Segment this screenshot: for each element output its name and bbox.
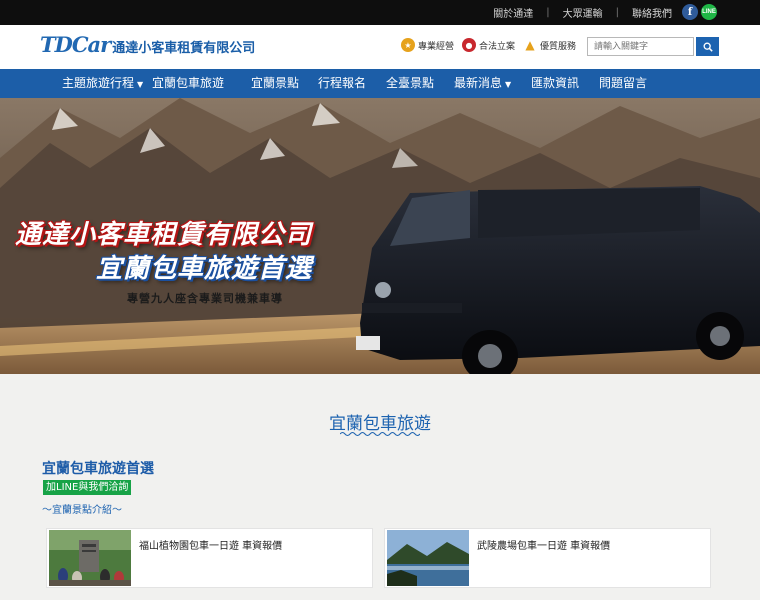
nav-yilan-spots[interactable]: 宜蘭景點 [251,69,299,98]
logo-company-name: 通達小客車租賃有限公司 [112,40,256,55]
nav-label: 最新消息 [454,76,503,90]
tour-card-thumbnail [387,530,469,586]
top-links: 關於通達 | 大眾運輸 | 聯絡我們 [493,5,672,20]
nav-label: 問題留言 [599,76,648,90]
medal-icon: ● [462,38,477,52]
wave-divider-icon [340,432,420,436]
tour-card-wuling[interactable]: 武陵農場包車一日遊 車資報價 [384,528,711,588]
service-badges: ★ 專業經營 ● 合法立案 ▲ 優質服務 [401,38,584,52]
badge-label: 優質服務 [540,41,577,52]
tour-card-title: 武陵農場包車一日遊 車資報價 [477,541,611,552]
badge-professional: ★ 專業經營 [401,38,454,52]
search-button[interactable] [696,37,719,56]
nav-label: 宜蘭包車旅遊 [152,76,225,90]
nav-yilan-charter[interactable]: 宜蘭包車旅遊 [152,69,224,98]
badge-quality: ▲ 優質服務 [523,38,576,52]
yilan-spots-intro-link[interactable]: ～宜蘭景點介紹～ [42,501,122,516]
star-icon: ★ [401,38,415,52]
nav-label: 匯款資訊 [531,76,580,90]
logo-mark: TDCar [40,32,111,57]
nav-news[interactable]: 最新消息 ▼ [454,69,511,98]
hero-banner: 通達小客車租賃有限公司 宜蘭包車旅遊首選 專營九人座含專業司機兼車導 [0,98,760,374]
hero-company-name: 通達小客車租賃有限公司 [15,219,313,249]
facebook-icon[interactable]: f [682,4,698,20]
nav-label: 宜蘭景點 [251,76,300,90]
badge-licensed: ● 合法立案 [462,38,515,52]
nav-registration[interactable]: 行程報名 [318,69,366,98]
add-line-button[interactable]: 加LINE與我們洽詢 [43,480,132,495]
top-link-contact[interactable]: 聯絡我們 [632,5,672,20]
hero-tagline: 宜蘭包車旅遊首選 [96,253,313,283]
line-icon[interactable]: LINE [701,4,717,20]
line-icon-label: LINE [702,9,716,15]
nav-label: 全臺景點 [386,76,435,90]
tour-card-thumbnail [49,530,131,586]
nav-message-board[interactable]: 問題留言 [599,69,647,98]
thumbs-up-icon: ▲ [525,38,535,52]
top-bar: 關於通達 | 大眾運輸 | 聯絡我們 f LINE [0,0,760,25]
search-icon [703,42,713,52]
site-logo[interactable]: TDCar 通達小客車租賃有限公司 [40,34,255,56]
facebook-icon-label: f [687,6,693,18]
tour-card-fushan[interactable]: 福山植物園包車一日遊 車資報價 [46,528,373,588]
badge-label: 合法立案 [479,41,516,52]
site-header: TDCar 通達小客車租賃有限公司 ★ 專業經營 ● 合法立案 ▲ 優質服務 [0,25,760,69]
nav-payment-info[interactable]: 匯款資訊 [531,69,579,98]
badge-label: 專業經營 [418,41,455,52]
chevron-down-icon: ▼ [505,80,512,89]
sub-title: 宜蘭包車旅遊首選 [42,461,154,477]
top-link-about[interactable]: 關於通達 [493,5,533,20]
nav-taiwan-spots[interactable]: 全臺景點 [386,69,434,98]
search-input[interactable] [587,37,694,56]
nav-theme-tours[interactable]: 主題旅遊行程 ▼ [62,69,143,98]
chevron-down-icon: ▼ [137,80,144,89]
main-nav: 主題旅遊行程 ▼ 宜蘭包車旅遊 宜蘭景點 行程報名 全臺景點 最新消息 ▼ 匯款資訊… [0,69,760,98]
nav-label: 主題旅遊行程 [62,76,135,90]
nav-label: 行程報名 [318,76,367,90]
tour-card-title: 福山植物園包車一日遊 車資報價 [139,541,283,552]
top-link-separator: | [546,7,550,18]
top-link-separator: | [615,7,619,18]
top-link-transport[interactable]: 大眾運輸 [563,5,603,20]
hero-subtext: 專營九人座含專業司機兼車導 [127,292,283,305]
